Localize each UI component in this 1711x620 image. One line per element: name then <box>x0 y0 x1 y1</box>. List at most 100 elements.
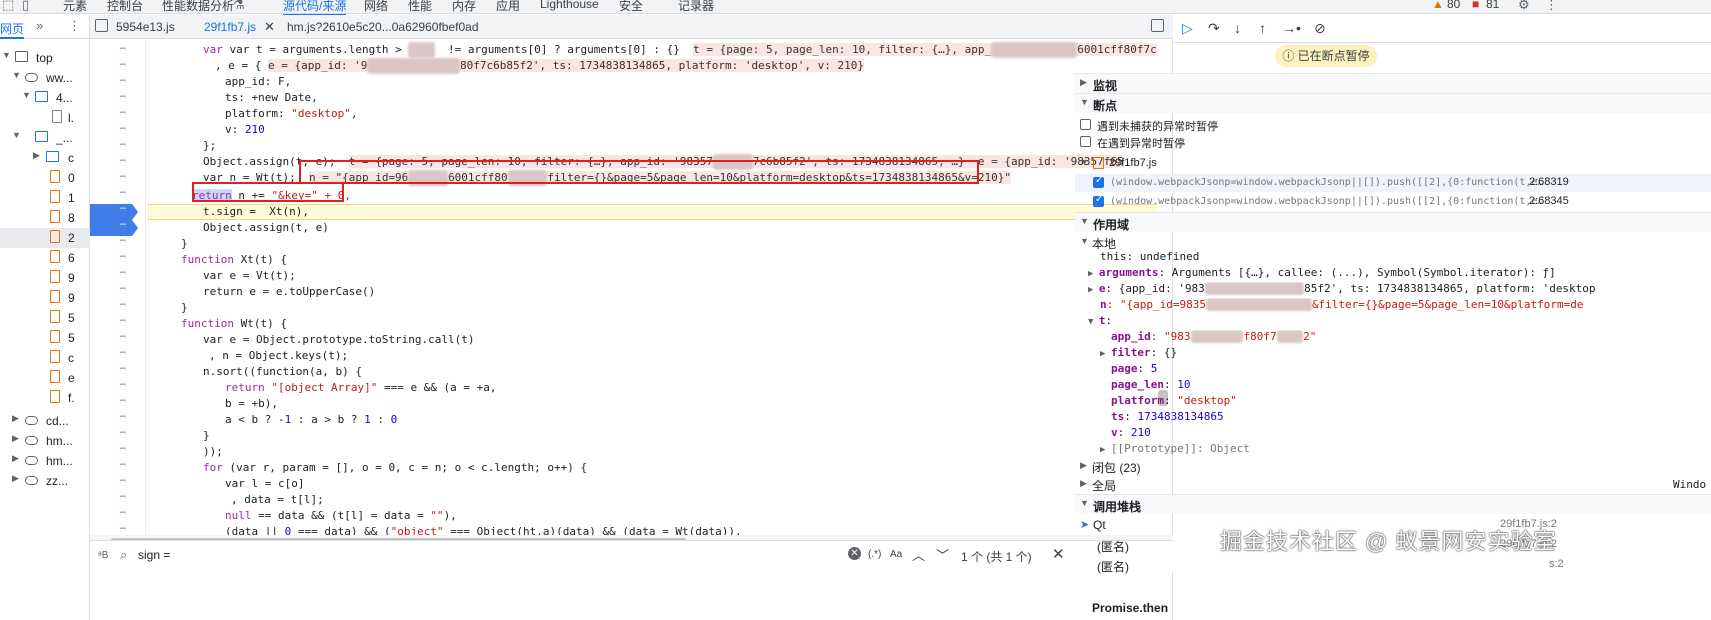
tree-item-folder[interactable]: ▼ _... <box>0 128 90 148</box>
tree-item-file[interactable]: 5 <box>0 308 90 328</box>
line-marker[interactable]: – <box>120 202 128 214</box>
tree-item-origin[interactable]: ▶ cd... <box>0 411 90 431</box>
tree-item-origin[interactable]: ▼ ww... <box>0 68 90 88</box>
breakpoint-item[interactable]: (window.webpackJsonp=window.webpackJsonp… <box>1075 174 1711 192</box>
line-marker[interactable]: – <box>120 218 128 230</box>
toggle-debugger-icon[interactable] <box>1151 19 1164 32</box>
line-marker[interactable]: – <box>120 474 128 486</box>
line-marker[interactable]: – <box>120 234 128 246</box>
line-marker[interactable]: – <box>120 490 128 502</box>
expand-right-icon[interactable]: ▶ <box>12 473 19 484</box>
tab-sources[interactable]: 源代码/来源 <box>283 0 347 16</box>
navigator-menu-icon[interactable]: ⋮ <box>68 18 81 34</box>
line-marker[interactable]: – <box>120 346 128 358</box>
section-call-stack[interactable]: ▼ 调用堆栈 <box>1075 494 1711 514</box>
code-area[interactable]: var var t = arguments.length > 0 xx != a… <box>147 40 1157 560</box>
pause-caught-option[interactable]: 在遇到异常时暂停 <box>1075 133 1711 151</box>
expand-down-icon[interactable]: ▼ <box>12 70 21 80</box>
previous-match-icon[interactable]: ︿ <box>912 545 925 564</box>
tab-elements[interactable]: 元素 <box>63 0 87 14</box>
step-over-icon[interactable]: ↷ <box>1208 20 1220 37</box>
match-case-toggle[interactable]: Aa <box>890 549 902 560</box>
tab-recorder[interactable]: 记录器 <box>678 0 714 14</box>
tab-application[interactable]: 应用 <box>496 0 520 14</box>
tree-item-top[interactable]: ▼ top <box>0 48 90 68</box>
tree-item-file[interactable]: l. <box>0 108 90 128</box>
tree-item-file[interactable]: 9 <box>0 268 90 288</box>
breakpoint-file-group[interactable]: ▼ 29f1fb7.js <box>1075 155 1711 173</box>
tab-page[interactable]: 网页 <box>0 20 25 39</box>
line-marker[interactable]: – <box>120 362 128 374</box>
tree-item-folder[interactable]: ▼ 4... <box>0 88 90 108</box>
file-tab[interactable]: 5954e13.js <box>116 20 175 34</box>
tree-item-file[interactable]: c <box>0 348 90 368</box>
line-marker[interactable]: – <box>120 90 128 102</box>
tree-item-file[interactable]: 0 <box>0 168 90 188</box>
line-marker[interactable]: – <box>120 378 128 390</box>
replace-toggle-icon[interactable]: ᵃB <box>98 550 108 561</box>
error-icon[interactable]: ■ <box>1472 0 1479 11</box>
expand-right-icon[interactable]: ▶ <box>12 453 19 464</box>
section-watch[interactable]: ▶ 监视 <box>1075 73 1711 93</box>
line-marker[interactable]: – <box>120 522 128 534</box>
section-breakpoints[interactable]: ▼ 断点 <box>1075 93 1711 113</box>
checkbox[interactable] <box>1080 119 1091 130</box>
line-marker[interactable]: – <box>120 298 128 310</box>
breakpoint-item[interactable]: (window.webpackJsonp=window.webpackJsonp… <box>1075 193 1711 211</box>
checkbox[interactable] <box>1080 136 1091 147</box>
close-tab-icon[interactable]: ✕ <box>264 19 275 35</box>
expand-right-icon[interactable]: ▶ <box>12 433 19 444</box>
expand-down-icon[interactable]: ▼ <box>2 50 11 60</box>
expand-right-icon[interactable]: ▶ <box>33 150 40 161</box>
tab-network[interactable]: 网络 <box>364 0 388 14</box>
file-tab-active[interactable]: 29f1fb7.js <box>204 20 256 34</box>
tree-item-file[interactable]: 9 <box>0 288 90 308</box>
checkbox-checked[interactable] <box>1093 194 1104 207</box>
deactivate-breakpoints-icon[interactable]: ⊘ <box>1314 20 1326 37</box>
step-icon[interactable]: →• <box>1282 20 1301 36</box>
pause-uncaught-option[interactable]: 遇到未捕获的异常时暂停 <box>1075 116 1711 134</box>
line-marker[interactable]: – <box>120 410 128 422</box>
next-match-icon[interactable]: ﹀ <box>936 545 949 564</box>
step-into-icon[interactable]: ↓ <box>1234 20 1241 36</box>
clear-search-icon[interactable]: ✕ <box>848 547 861 560</box>
tree-item-file[interactable]: 6 <box>0 248 90 268</box>
line-marker[interactable]: – <box>120 74 128 86</box>
call-frame-async[interactable]: Promise.then <box>1075 600 1711 618</box>
tree-item-file[interactable]: e <box>0 368 90 388</box>
device-toolbar-icon[interactable]: ▯ <box>22 0 29 13</box>
tab-performance[interactable]: 性能 <box>408 0 432 14</box>
tab-lighthouse[interactable]: Lighthouse <box>540 0 599 11</box>
file-tab[interactable]: hm.js?2610e5c20...0a62960fbef0ad <box>287 20 479 34</box>
line-marker[interactable]: – <box>120 442 128 454</box>
scope-global[interactable]: ▶ 全局 Windo <box>1075 476 1711 494</box>
line-marker[interactable]: – <box>120 282 128 294</box>
warnings-count[interactable]: 80 <box>1447 0 1460 11</box>
line-marker[interactable]: – <box>120 186 128 198</box>
step-out-icon[interactable]: ↑ <box>1259 20 1266 36</box>
tree-item-file[interactable]: 5 <box>0 328 90 348</box>
expand-down-icon[interactable]: ▼ <box>12 130 21 140</box>
line-marker[interactable]: – <box>120 314 128 326</box>
line-marker[interactable]: – <box>120 426 128 438</box>
tree-item-file[interactable]: 8 <box>0 208 90 228</box>
scope-closure[interactable]: ▶ 闭包 (23) <box>1075 458 1711 476</box>
inspect-icon[interactable]: ⬚ <box>2 0 14 13</box>
line-marker[interactable]: – <box>120 458 128 470</box>
line-marker[interactable]: – <box>120 330 128 342</box>
checkbox-checked[interactable] <box>1093 175 1104 188</box>
errors-count[interactable]: 81 <box>1486 0 1499 11</box>
tree-item-origin[interactable]: ▶ hm... <box>0 451 90 471</box>
line-marker[interactable]: – <box>120 170 128 182</box>
tab-performance-insights[interactable]: 性能数据分析 <box>162 0 234 14</box>
more-options-icon[interactable]: ⋮ <box>1545 0 1558 13</box>
line-marker[interactable]: – <box>120 106 128 118</box>
line-marker[interactable]: – <box>120 506 128 518</box>
call-frame[interactable]: (匿名) s:2 <box>1075 557 1711 575</box>
tree-item-origin[interactable]: ▶ zz... <box>0 471 90 491</box>
more-tabs-icon[interactable]: » <box>36 18 43 33</box>
line-marker[interactable]: – <box>120 154 128 166</box>
expand-down-icon[interactable]: ▼ <box>22 90 31 100</box>
gear-icon[interactable]: ⚙ <box>1518 0 1530 13</box>
line-marker[interactable]: – <box>120 58 128 70</box>
